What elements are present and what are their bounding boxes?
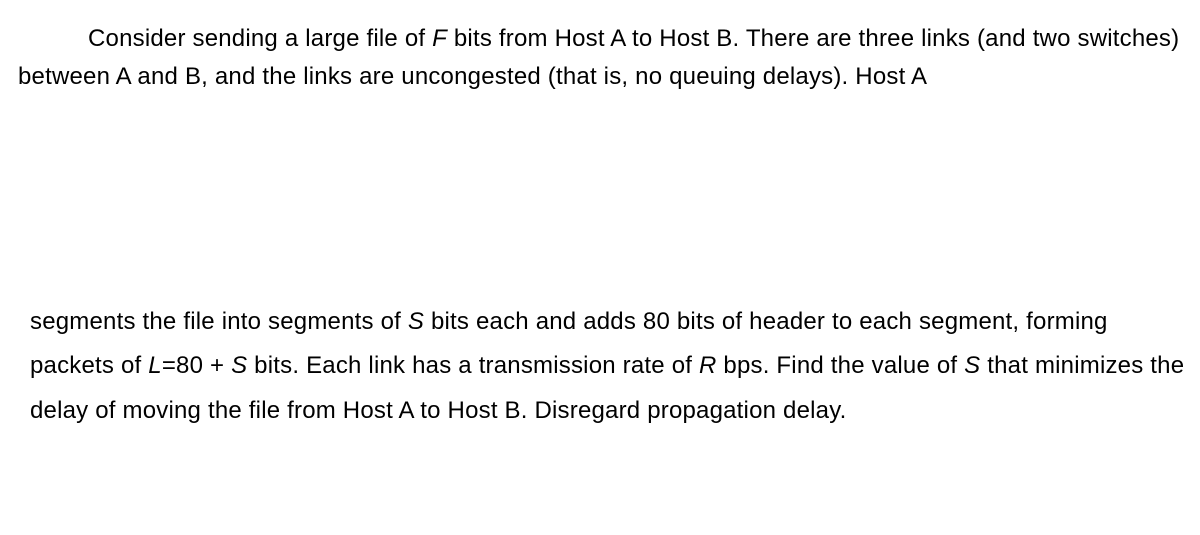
- variable-s: S: [408, 308, 424, 335]
- text-segment: segments the file into segments of: [30, 308, 408, 335]
- variable-r: R: [699, 352, 717, 379]
- text-segment: bps. Find the value of: [717, 352, 965, 379]
- text-segment: Consider sending a large file of: [88, 25, 432, 52]
- variable-s: S: [231, 352, 247, 379]
- variable-l: L: [148, 352, 162, 379]
- problem-paragraph-top: Consider sending a large file of F bits …: [18, 20, 1190, 97]
- text-segment: bits. Each link has a transmission rate …: [247, 352, 699, 379]
- variable-s: S: [964, 352, 980, 379]
- problem-paragraph-bottom: segments the file into segments of S bit…: [30, 300, 1188, 433]
- text-segment: =80 +: [162, 352, 231, 379]
- variable-f: F: [432, 25, 447, 52]
